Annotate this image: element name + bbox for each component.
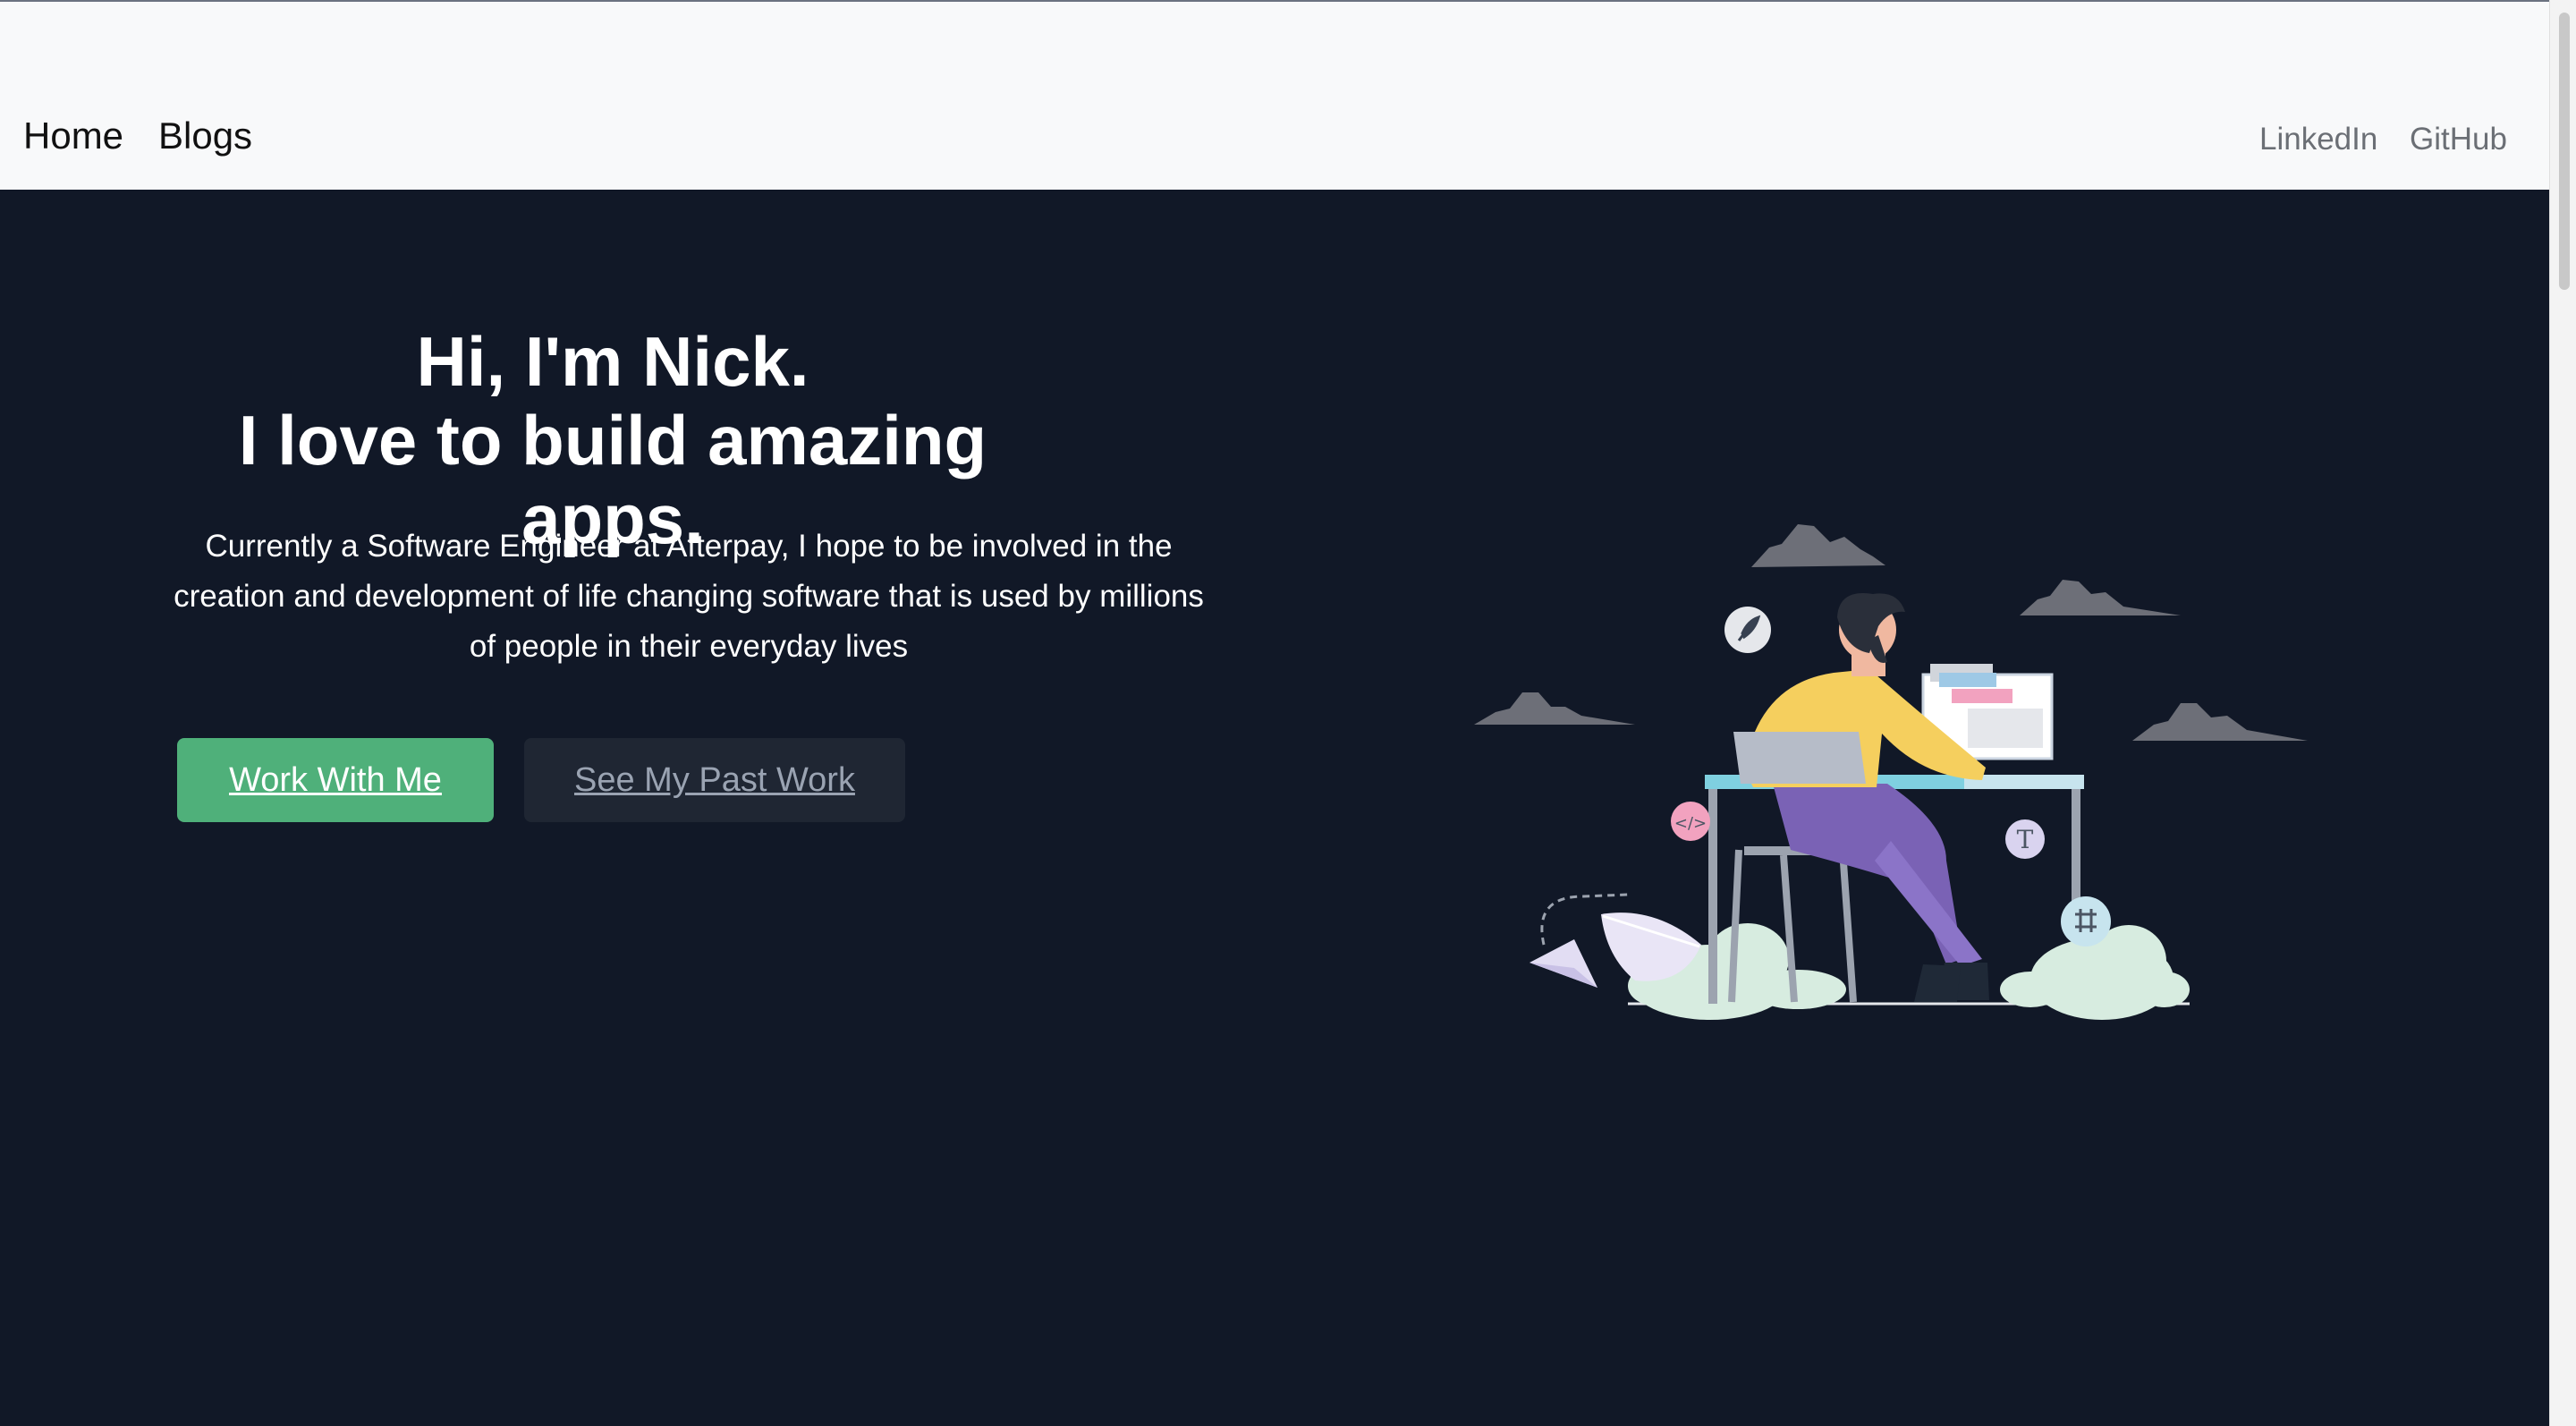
crop-icon — [2061, 896, 2111, 946]
laptop — [1733, 732, 1866, 784]
nav-home-link[interactable]: Home — [23, 115, 123, 157]
code-icon: </> — [1671, 802, 1710, 841]
top-navbar: Home Blogs LinkedIn GitHub — [0, 0, 2549, 190]
hero-subtitle: Currently a Software Engineer at Afterpa… — [174, 529, 1204, 664]
developer-at-desk-illustration: </> T — [1474, 524, 2308, 1020]
nav-blogs-link[interactable]: Blogs — [158, 115, 252, 157]
browser-window — [1952, 689, 2012, 703]
browser-content — [1968, 709, 2043, 748]
svg-text:T: T — [2017, 825, 2034, 854]
cloud-shape — [1751, 524, 1885, 567]
svg-text:</>: </> — [1674, 814, 1707, 833]
cloud-shape — [2020, 580, 2181, 615]
browser-window — [1939, 673, 1996, 687]
work-with-me-button[interactable]: Work With Me — [177, 738, 494, 822]
nav-github-link[interactable]: GitHub — [2410, 118, 2507, 161]
see-past-work-button[interactable]: See My Past Work — [524, 738, 905, 822]
scrollbar-thumb[interactable] — [2559, 13, 2570, 290]
feather-icon — [1724, 607, 1771, 653]
cloud-shape — [2132, 703, 2308, 741]
vertical-scrollbar[interactable] — [2549, 0, 2576, 1426]
cloud-shape — [1474, 692, 1635, 725]
hero-heading-line-1: Hi, I'm Nick. — [416, 322, 809, 401]
text-tool-icon: T — [2005, 819, 2045, 859]
nav-linkedin-link[interactable]: LinkedIn — [2259, 118, 2377, 161]
